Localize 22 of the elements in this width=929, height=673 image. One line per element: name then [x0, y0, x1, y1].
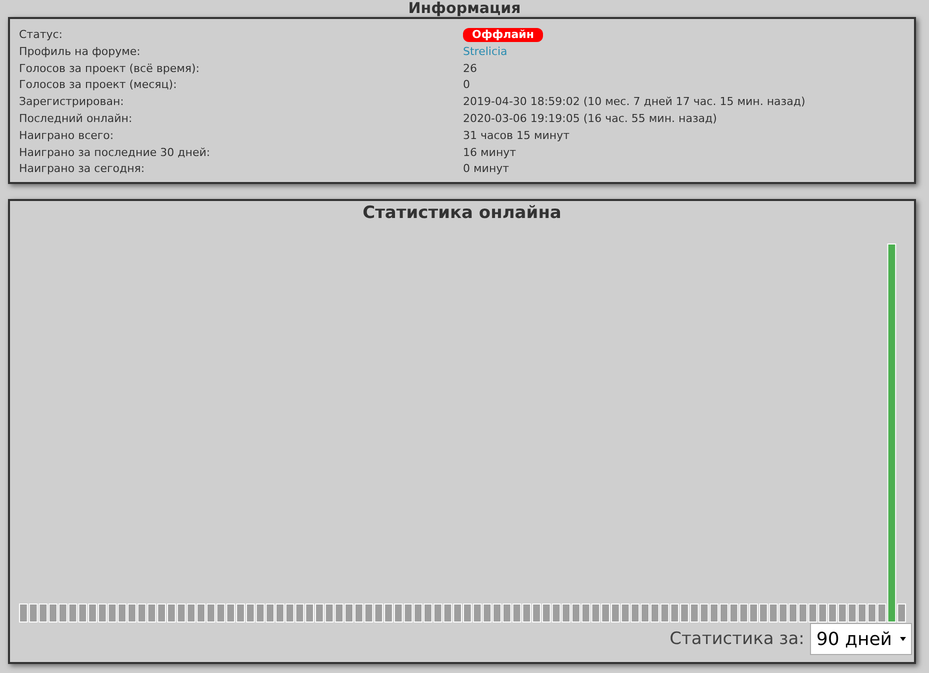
section-title: Статистика онлайна	[362, 203, 562, 223]
field-value: 0	[463, 78, 470, 92]
caret-icon	[900, 637, 906, 641]
field-label: Голосов за проект (месяц):	[19, 77, 178, 94]
field-value: 16 минут	[463, 146, 516, 159]
field-label: Наиграно всего:	[19, 128, 115, 144]
field-label: Статус:	[19, 27, 64, 43]
field-label: Зарегистрирован:	[19, 94, 125, 110]
period-select[interactable]: 90 дней	[810, 623, 912, 655]
field-value: 2020-03-06 19:19:05 (16 час. 55 мин. назад)	[463, 112, 717, 125]
period-label: Статистика за:	[670, 629, 804, 649]
field-label: Последний онлайн:	[19, 110, 134, 127]
field-value: 2019-04-30 18:59:02 (10 мес. 7 дней 17 час. 15 мин. назад)	[463, 95, 806, 108]
field-label: Профиль на форуме:	[19, 44, 142, 60]
status-badge: Оффлайн	[463, 28, 543, 42]
section-title: Информация	[408, 0, 521, 17]
field-label: Наиграно за последние 30 дней:	[19, 144, 212, 161]
field-value: 0 минут	[463, 162, 510, 176]
field-value: 31 часов 15 минут	[463, 128, 570, 142]
field-label: Наиграно за сегодня:	[19, 161, 146, 178]
field-value: 26	[463, 62, 477, 75]
field-label: Голосов за проект (всё время):	[19, 60, 200, 77]
